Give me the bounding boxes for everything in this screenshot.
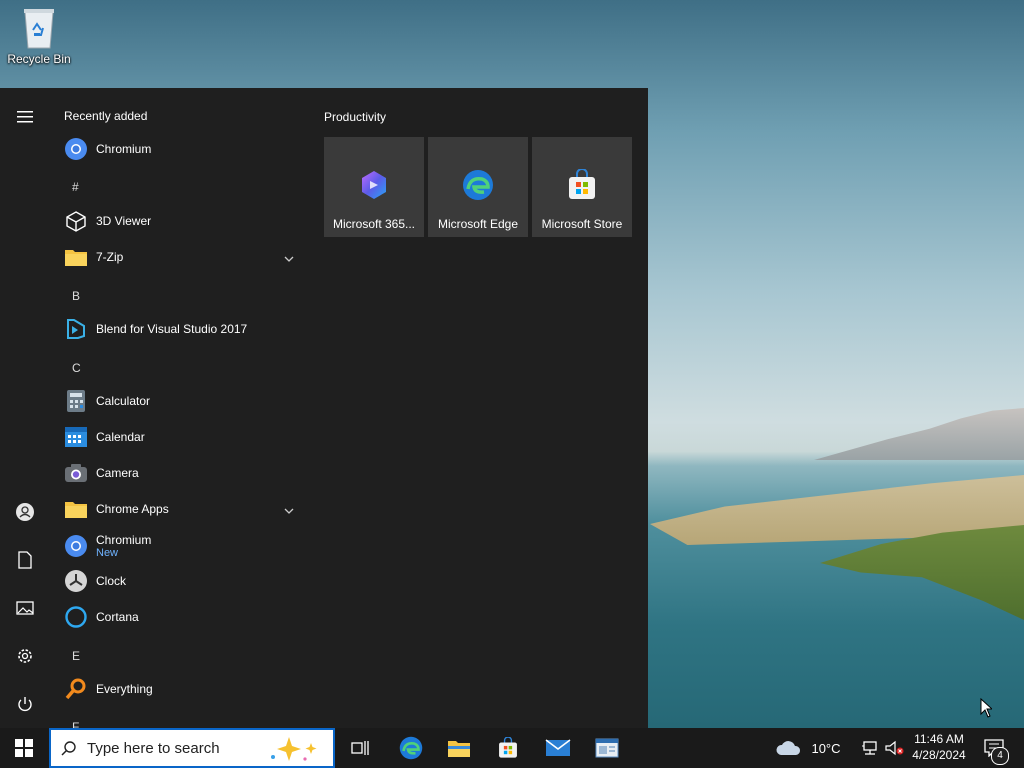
recently-added-heading: Recently added [64,109,148,123]
store-bag-icon [566,168,598,201]
section-letter-hash[interactable]: # [72,180,79,194]
notification-count-badge: 4 [991,747,1009,765]
settings-gear-icon[interactable] [13,644,37,668]
app-folder-7zip[interactable]: 7-Zip [64,240,304,274]
app-chromium-recent[interactable]: Chromium [64,132,304,166]
search-icon [61,740,77,756]
cloud-icon [776,741,801,755]
app-camera[interactable]: Camera [64,456,304,490]
taskbar-search-box[interactable]: Type here to search [49,728,335,768]
window-app-icon [595,738,619,758]
edge-icon [462,169,494,201]
section-letter-c[interactable]: C [72,361,81,375]
search-placeholder: Type here to search [87,739,220,757]
taskbar-app-window[interactable] [588,728,626,768]
app-clock[interactable]: Clock [64,564,304,598]
app-calendar[interactable]: Calendar [64,420,304,454]
start-menu: Recently added Chromium # 3D Viewer 7-Zi… [0,88,648,728]
app-chromium[interactable]: Chromium New [64,528,304,564]
calendar-icon [64,425,88,449]
power-icon[interactable] [13,692,37,716]
chevron-down-icon[interactable] [284,503,294,517]
recycle-bin-icon [19,6,59,50]
mail-envelope-icon [545,739,571,756]
app-blend-vs2017[interactable]: Blend for Visual Studio 2017 [64,312,304,346]
app-3d-viewer[interactable]: 3D Viewer [64,204,304,238]
recycle-bin-label: Recycle Bin [7,52,71,66]
wallpaper-mountain [814,408,1024,460]
new-badge: New [96,547,119,559]
clock-date: 4/28/2024 [912,748,966,762]
task-view-icon [351,741,369,755]
task-view-button[interactable] [342,728,378,768]
mouse-cursor-icon [980,697,994,721]
windows-logo-icon [15,739,33,757]
cortana-ring-icon [64,605,88,629]
taskbar-file-explorer[interactable] [440,728,478,768]
calculator-icon [64,389,88,413]
folder-icon [64,497,88,521]
volume-muted-icon[interactable] [882,728,906,768]
documents-icon[interactable] [13,548,37,572]
file-explorer-folder-icon [448,741,470,757]
taskbar-edge[interactable] [392,728,430,768]
store-bag-icon [499,737,517,758]
microsoft-365-icon [358,169,390,201]
chevron-down-icon[interactable] [284,251,294,265]
taskbar-mail[interactable] [538,728,578,768]
tile-microsoft-edge[interactable]: Microsoft Edge [428,137,528,237]
tile-microsoft-365[interactable]: Microsoft 365... [324,137,424,237]
camera-icon [64,461,88,485]
blend-icon [64,317,88,341]
tile-microsoft-store[interactable]: Microsoft Store [532,137,632,237]
chromium-icon [64,137,88,161]
sparkle-icon [265,735,323,763]
magnifier-icon [64,677,88,701]
weather-widget[interactable] [772,728,806,768]
clock-time: 11:46 AM [914,732,964,746]
app-calculator[interactable]: Calculator [64,384,304,418]
taskbar-clock[interactable]: 11:46 AM 4/28/2024 [906,731,972,763]
start-button[interactable] [0,728,48,768]
section-letter-f[interactable]: F [72,720,79,728]
taskbar-microsoft-store[interactable] [489,728,527,768]
network-icon[interactable] [858,728,882,768]
pictures-icon[interactable] [13,596,37,620]
tiles-group-title: Productivity [324,110,387,124]
folder-icon [64,245,88,269]
section-letter-b[interactable]: B [72,289,80,303]
cube-icon [64,209,88,233]
taskbar: Type here to search 10°C 11:46 AM 4/28/2… [0,728,1024,768]
start-app-list: Recently added Chromium # 3D Viewer 7-Zi… [50,88,310,728]
edge-icon [399,736,423,760]
section-letter-e[interactable]: E [72,649,80,663]
recycle-bin-desktop-icon[interactable]: Recycle Bin [6,6,72,66]
hamburger-menu-icon[interactable] [13,105,37,129]
clock-icon [64,569,88,593]
weather-temperature[interactable]: 10°C [806,728,846,768]
app-cortana[interactable]: Cortana [64,600,304,634]
app-everything[interactable]: Everything [64,672,304,706]
chromium-icon [64,534,88,558]
app-folder-chrome-apps[interactable]: Chrome Apps [64,492,304,526]
start-rail [0,88,50,728]
user-account-icon[interactable] [13,500,37,524]
